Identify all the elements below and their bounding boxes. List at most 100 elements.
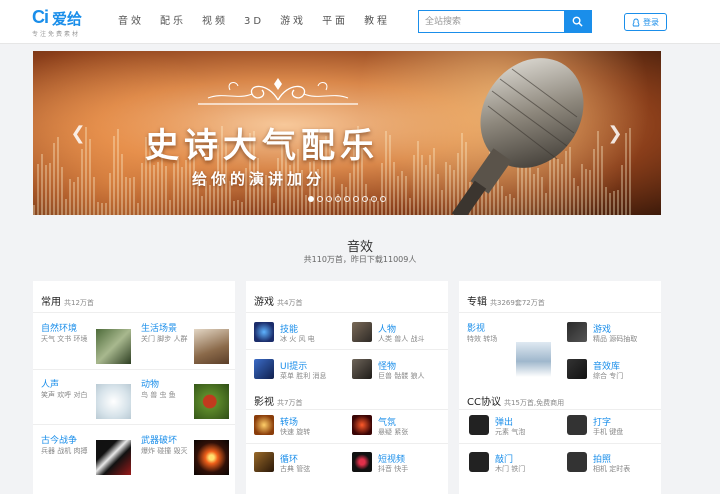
logo-mark: Ci [32,7,49,27]
panel-header: 常用 共12万首 [41,293,94,308]
eq-bar [49,162,51,215]
eq-bar [305,194,307,215]
banner-dot[interactable] [326,196,332,202]
eq-bar [237,199,239,215]
eq-bar [185,160,187,215]
typing-icon [567,415,587,435]
banner-dot[interactable] [380,196,386,202]
eq-bar [57,137,59,215]
eq-bar [65,199,67,215]
eq-bar [397,176,399,215]
divider [246,312,448,313]
voice-thumbnail [96,384,131,419]
popup-icon [469,415,489,435]
divider [246,409,448,410]
banner-dot[interactable] [344,196,350,202]
eq-bar [389,134,391,215]
eq-bar [209,184,211,215]
eq-bar [89,139,91,215]
eq-bar [113,135,115,215]
banner-dot[interactable] [353,196,359,202]
banner-next-arrow[interactable]: ❯ [607,124,623,144]
item-tags: 相机 定时表 [593,465,631,473]
panel-title[interactable]: 常用 [41,297,61,308]
item-tags: 特效 转场 [467,335,498,343]
eq-bar [377,200,379,215]
nav-item-3d[interactable]: 3D [244,0,264,44]
eq-bar [153,164,155,215]
panel-count: 共3269套72万首 [490,299,545,307]
item-name[interactable]: 古今战争 [41,433,77,446]
eq-bar [401,170,403,215]
item-tags: 手机 键盘 [593,428,624,436]
nav-item-sound[interactable]: 音效 [118,0,144,44]
divider [459,443,661,444]
eq-bar [133,176,135,215]
top-header: Ci 爱给 专注免费素材 音效 配乐 视频 3D 游戏 平面 教程 登录 [0,0,720,44]
eq-bar [81,149,83,215]
blade-thumbnail [96,440,131,475]
eq-bar [349,172,351,215]
eq-bar [33,205,35,215]
banner-dot[interactable] [317,196,323,202]
item-name[interactable]: 影视 [467,321,485,334]
item-tags: 笑声 欢呼 对白 [41,391,88,399]
item-tags: 兵器 战机 肉搏 [41,447,88,455]
eq-bar [61,167,63,215]
login-button[interactable]: 登录 [624,13,667,31]
site-logo[interactable]: Ci 爱给 专注免费素材 [32,7,92,39]
item-tags: 古典 管弦 [280,465,311,473]
eq-bar [609,193,611,215]
sub-title[interactable]: CC协议 [467,397,501,408]
panel-album: 专辑 共3269套72万首 影视 特效 转场 游戏 精品 源码抽取 音效库 综合 … [459,281,661,494]
divider [246,443,448,444]
panel-title[interactable]: 游戏 [254,297,274,308]
search-button[interactable] [564,11,591,32]
nav-item-game[interactable]: 游戏 [280,0,306,44]
item-name[interactable]: 武器破坏 [141,433,177,446]
item-name[interactable]: 动物 [141,377,159,390]
panel-title[interactable]: 专辑 [467,297,487,308]
eq-bar [97,202,99,215]
game-album-icon [567,322,587,342]
banner-subtitle: 给你的演讲加分 [192,170,326,188]
eq-bar [201,196,203,215]
panel-count: 共12万首 [64,299,94,307]
item-tags: 冰 火 风 电 [280,335,315,343]
eq-bar [417,140,419,215]
item-name[interactable]: 人声 [41,377,59,390]
nav-item-video[interactable]: 视频 [202,0,228,44]
eq-bar [93,176,95,215]
banner-dot[interactable] [308,196,314,202]
eq-bar [605,186,607,215]
search-input[interactable] [419,11,565,32]
item-name[interactable]: 生活场景 [141,321,177,334]
item-tags: 巨兽 骷髅 狼人 [378,372,425,380]
eq-bar [425,165,427,215]
item-name[interactable]: 自然环境 [41,321,77,334]
sub-count: 共7万首 [277,399,303,407]
eq-bar [165,166,167,215]
eq-bar [117,128,119,215]
sub-title[interactable]: 影视 [254,397,274,408]
nav-item-graphic[interactable]: 平面 [322,0,348,44]
microphone-image [452,58,584,215]
banner-dot[interactable] [371,196,377,202]
nav-item-music[interactable]: 配乐 [160,0,186,44]
eq-bar [441,190,443,215]
eq-bar [437,173,439,215]
logo-slogan: 专注免费素材 [32,31,81,38]
banner-dot[interactable] [335,196,341,202]
eq-bar [233,201,235,215]
ornament-decoration [198,78,358,105]
eq-bar [173,162,175,215]
nav-item-tutorial[interactable]: 教程 [364,0,390,44]
eq-bar [405,176,407,215]
banner-dot[interactable] [362,196,368,202]
eq-bar [617,189,619,215]
eq-bar [109,172,111,215]
explosion-thumbnail [194,440,229,475]
user-icon [632,18,640,26]
banner-prev-arrow[interactable]: ❮ [70,124,86,144]
divider [33,369,235,370]
